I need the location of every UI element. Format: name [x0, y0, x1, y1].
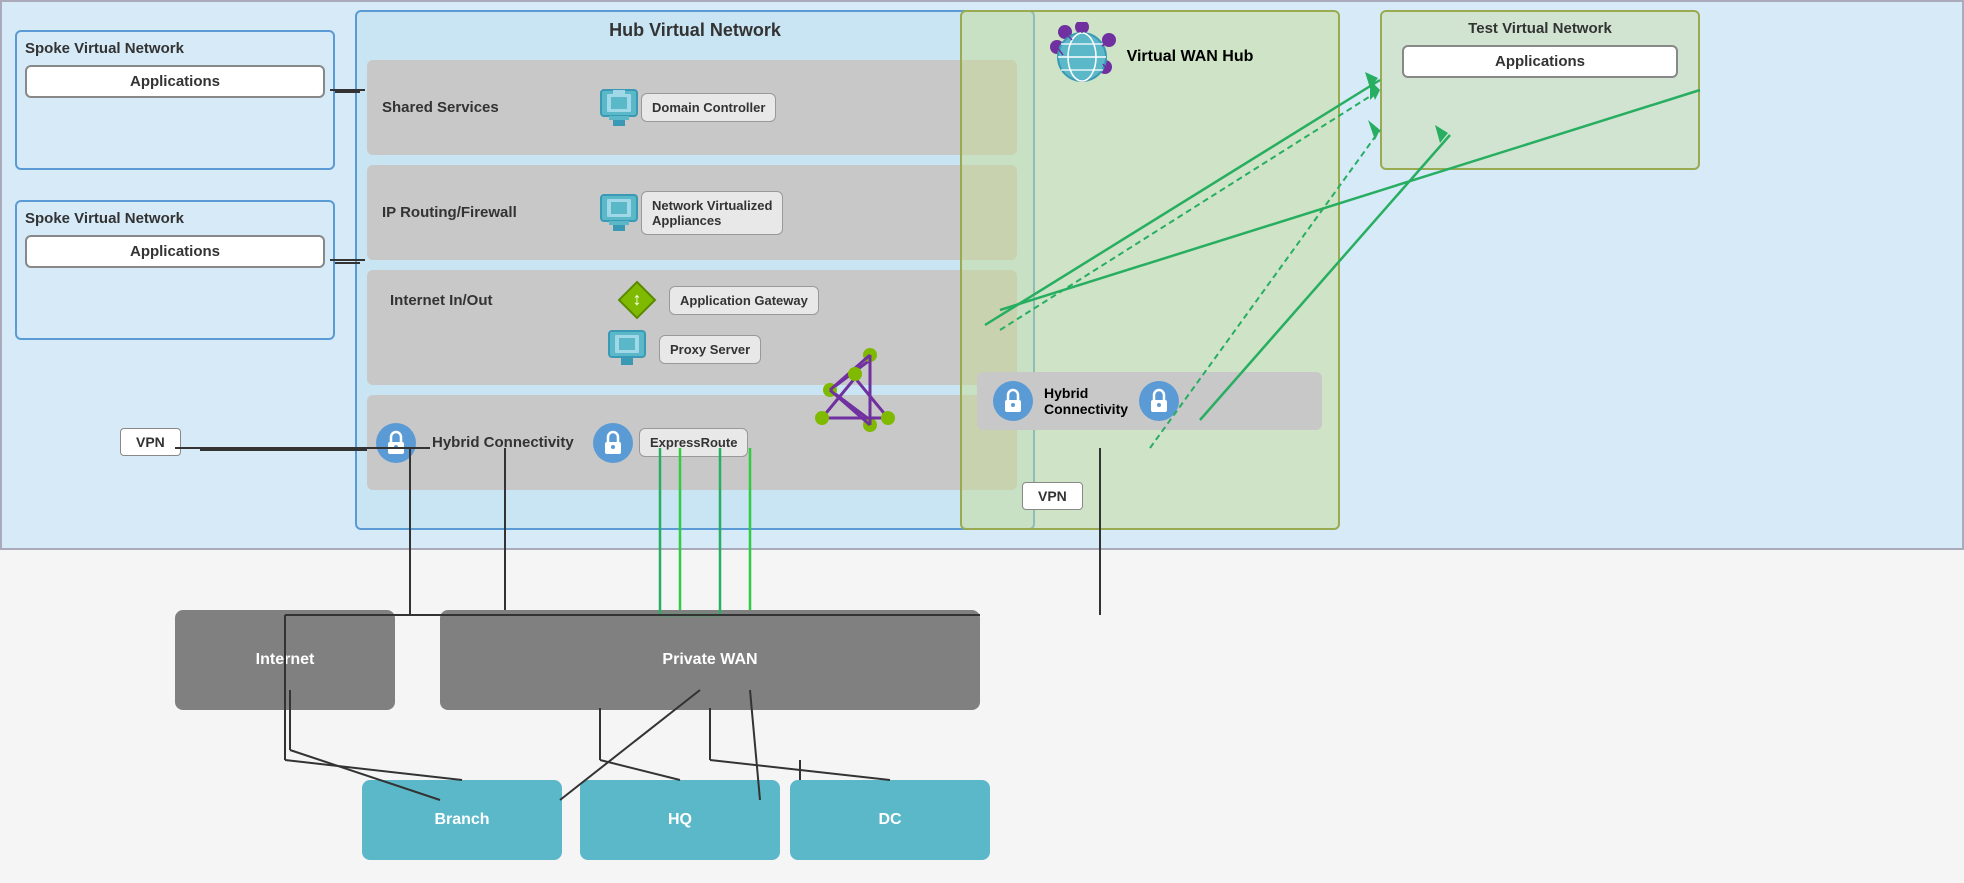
test-vnet-title: Test Virtual Network — [1382, 12, 1698, 45]
hq-label: HQ — [668, 811, 692, 829]
proxy-server-label: Proxy Server — [670, 342, 750, 357]
application-gateway-box: Application Gateway — [669, 286, 819, 315]
spoke-vnet-1-app: Applications — [25, 65, 325, 98]
internet-inout-row: Internet In/Out ↕ Application Gateway Pr… — [367, 270, 1017, 385]
expressroute-label: ExpressRoute — [650, 435, 737, 450]
ip-routing-row: IP Routing/Firewall Network VirtualizedA… — [367, 165, 1017, 260]
branch-box: Branch — [362, 780, 562, 860]
lock-icon-1 — [375, 422, 417, 464]
wan-hub-header: Virtual WAN Hub — [962, 12, 1338, 102]
vpn-left-label: VPN — [136, 434, 165, 450]
monitor-icon-2 — [597, 191, 641, 235]
wan-lock-icon-1 — [992, 380, 1034, 422]
private-wan-box: Private WAN — [440, 610, 980, 710]
expressroute-box: ExpressRoute — [639, 428, 748, 457]
wan-lock-icon-2 — [1138, 380, 1180, 422]
proxy-server-box: Proxy Server — [659, 335, 761, 364]
vpn-right-box: VPN — [1022, 482, 1083, 510]
globe-icon — [1047, 22, 1117, 92]
hq-box: HQ — [580, 780, 780, 860]
private-wan-label: Private WAN — [662, 651, 757, 669]
domain-controller-label: Domain Controller — [652, 100, 765, 115]
internet-label: Internet — [256, 651, 315, 669]
hub-hybrid-label: Hybrid Connectivity — [417, 434, 592, 451]
svg-text:↕: ↕ — [633, 289, 642, 309]
lock-icon-2 — [592, 422, 634, 464]
wan-hybrid-label: HybridConnectivity — [1044, 385, 1128, 417]
hub-vnet-title: Hub Virtual Network — [357, 12, 1033, 49]
application-gateway-label: Application Gateway — [680, 293, 808, 308]
spoke-vnet-2: Spoke Virtual Network Applications — [15, 200, 335, 340]
domain-controller-box: Domain Controller — [641, 93, 776, 122]
shared-services-row: Shared Services Domain Controller — [367, 60, 1017, 155]
vpn-right-label: VPN — [1038, 488, 1067, 504]
dc-label: DC — [878, 811, 901, 829]
wan-hub-title: Virtual WAN Hub — [1127, 48, 1254, 66]
test-vnet: Test Virtual Network Applications — [1380, 10, 1700, 170]
wan-hub: Virtual WAN Hub HybridConnectivity VPN — [960, 10, 1340, 530]
cube-icon-internet — [605, 327, 649, 371]
hub-vnet: Hub Virtual Network Shared Services Doma… — [355, 10, 1035, 530]
spoke-vnet-2-app: Applications — [25, 235, 325, 268]
spoke-vnet-1: Spoke Virtual Network Applications — [15, 30, 335, 170]
internet-box: Internet — [175, 610, 395, 710]
dc-box: DC — [790, 780, 990, 860]
ip-routing-label: IP Routing/Firewall — [367, 204, 597, 221]
spoke-vnet-1-title: Spoke Virtual Network — [25, 40, 325, 57]
hub-hybrid-row: Hybrid Connectivity ExpressRoute — [367, 395, 1017, 490]
shared-services-label: Shared Services — [367, 99, 597, 116]
test-vnet-app: Applications — [1402, 45, 1678, 78]
spoke-vnet-2-title: Spoke Virtual Network — [25, 210, 325, 227]
monitor-icon-1 — [597, 86, 641, 130]
branch-label: Branch — [434, 811, 489, 829]
gateway-icon: ↕ — [615, 278, 659, 322]
internet-inout-label: Internet In/Out — [375, 292, 605, 309]
vpn-left-box: VPN — [120, 428, 181, 456]
wan-hybrid-row: HybridConnectivity — [977, 372, 1322, 430]
network-appliances-label: Network VirtualizedAppliances — [652, 198, 772, 228]
network-appliances-box: Network VirtualizedAppliances — [641, 191, 783, 235]
